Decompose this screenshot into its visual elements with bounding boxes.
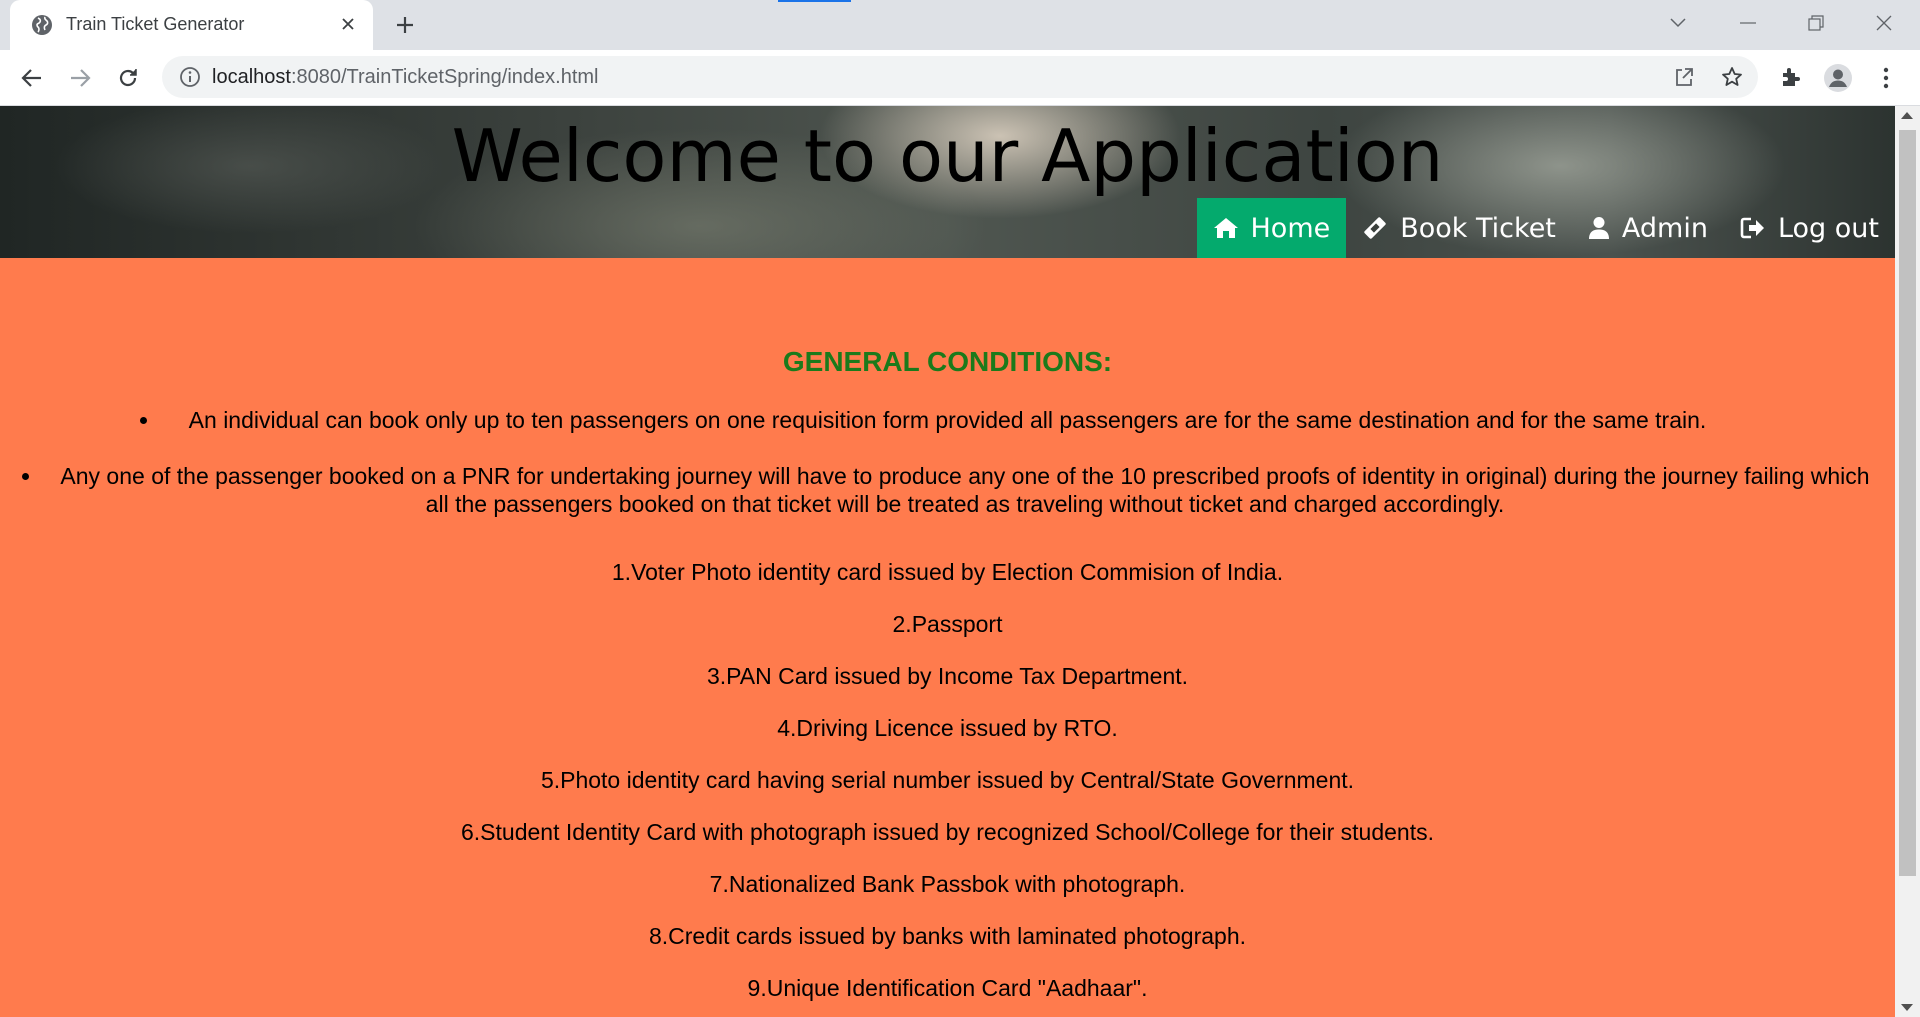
nav-logout-label: Log out <box>1777 212 1879 244</box>
identity-proof-list: 1.Voter Photo identity card issued by El… <box>0 558 1895 1017</box>
nav-home-label: Home <box>1250 212 1331 244</box>
nav-admin[interactable]: Admin <box>1572 198 1724 258</box>
proof-item: 2.Passport <box>892 611 1003 637</box>
home-icon <box>1213 218 1238 238</box>
url-host: localhost <box>212 66 291 88</box>
nav-book-ticket[interactable]: Book Ticket <box>1346 198 1572 258</box>
tab-title: Train Ticket Generator <box>66 14 245 34</box>
sign-out-icon <box>1740 217 1764 239</box>
page-title: Welcome to our Application <box>451 114 1444 198</box>
tab-loading-indicator <box>778 0 851 2</box>
proof-item: 4.Driving Licence issued by RTO. <box>777 715 1118 741</box>
header-banner: Welcome to our Application Home Book Tic… <box>0 106 1895 258</box>
share-icon[interactable] <box>1672 65 1696 89</box>
close-tab-icon[interactable] <box>336 12 360 36</box>
browser-toolbar: localhost:8080/TrainTicketSpring/index.h… <box>0 50 1920 106</box>
tab-strip: Train Ticket Generator <box>0 0 1920 50</box>
condition-bullet: Any one of the passenger booked on a PNR… <box>22 462 1880 518</box>
forward-icon[interactable] <box>64 62 96 94</box>
scroll-up-arrow-icon[interactable] <box>1901 112 1913 119</box>
ticket-icon <box>1364 217 1386 239</box>
reload-icon[interactable] <box>112 62 144 94</box>
bookmark-star-icon[interactable] <box>1720 65 1744 89</box>
nav-logout[interactable]: Log out <box>1724 198 1895 258</box>
nav-book-ticket-label: Book Ticket <box>1400 212 1556 244</box>
vertical-scrollbar[interactable] <box>1895 106 1920 1017</box>
user-icon <box>1588 217 1609 239</box>
back-icon[interactable] <box>16 62 48 94</box>
nav-home[interactable]: Home <box>1196 198 1347 258</box>
condition-bullet: An individual can book only up to ten pa… <box>140 406 1735 434</box>
new-tab-button[interactable] <box>390 10 420 40</box>
browser-tab[interactable]: Train Ticket Generator <box>10 0 373 50</box>
url-text: localhost:8080/TrainTicketSpring/index.h… <box>212 66 599 89</box>
proof-item: 5.Photo identity card having serial numb… <box>540 767 1355 793</box>
top-nav: Home Book Ticket Admin Log out <box>1196 198 1896 258</box>
scrollbar-thumb[interactable] <box>1899 130 1916 876</box>
globe-icon <box>30 13 54 37</box>
menu-kebab-icon[interactable] <box>1870 62 1902 94</box>
url-path: :8080/TrainTicketSpring/index.html <box>290 66 599 88</box>
scroll-down-arrow-icon[interactable] <box>1901 1004 1913 1011</box>
proof-item: 1.Voter Photo identity card issued by El… <box>611 559 1284 585</box>
proof-item: 9.Unique Identification Card "Aadhaar". <box>747 975 1148 1001</box>
site-info-icon[interactable] <box>178 65 202 89</box>
proof-item: 3.PAN Card issued by Income Tax Departme… <box>706 663 1189 689</box>
minimize-icon[interactable] <box>1728 8 1768 38</box>
page-viewport: Welcome to our Application Home Book Tic… <box>0 106 1895 1017</box>
restore-icon[interactable] <box>1796 8 1836 38</box>
proof-item: 7.Nationalized Bank Passbok with photogr… <box>709 871 1186 897</box>
conditions-heading: GENERAL CONDITIONS: <box>782 346 1113 377</box>
address-bar[interactable]: localhost:8080/TrainTicketSpring/index.h… <box>162 56 1758 98</box>
profile-avatar-icon[interactable] <box>1822 62 1854 94</box>
nav-admin-label: Admin <box>1621 212 1708 244</box>
tab-search-icon[interactable] <box>1658 8 1698 38</box>
proof-item: 8.Credit cards issued by banks with lami… <box>648 923 1247 949</box>
proof-item: 6.Student Identity Card with photograph … <box>461 819 1434 845</box>
window-close-icon[interactable] <box>1864 8 1904 38</box>
extensions-icon[interactable] <box>1774 62 1806 94</box>
